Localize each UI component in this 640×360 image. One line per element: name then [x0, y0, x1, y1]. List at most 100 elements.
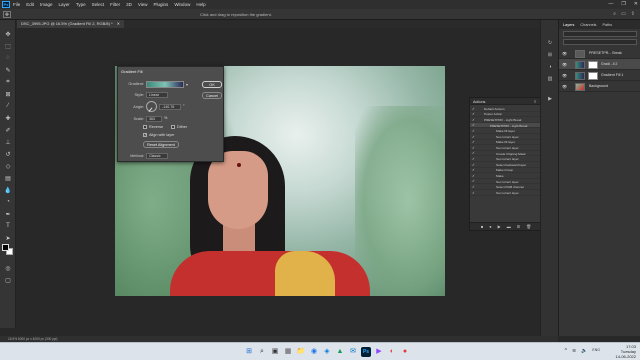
foreground-color-swatch[interactable]: [2, 244, 9, 251]
action-toggle-checkbox[interactable]: ✓: [472, 168, 475, 172]
visibility-eye-icon[interactable]: 👁: [562, 62, 567, 67]
menu-view[interactable]: View: [138, 2, 148, 7]
tab-layers[interactable]: Layers: [563, 23, 574, 27]
share-icon[interactable]: ⇪: [631, 11, 635, 17]
taskbar-app-icon[interactable]: Ps: [361, 347, 371, 357]
adjustments-panel-icon[interactable]: ◑: [545, 64, 555, 72]
document-tab[interactable]: DSC_3995.JPG @ 16.5% (Gradient Fill 2, R…: [17, 20, 125, 28]
action-toggle-checkbox[interactable]: ✓: [472, 107, 475, 111]
action-toggle-checkbox[interactable]: ✓: [472, 118, 475, 122]
tab-paths[interactable]: Paths: [602, 23, 612, 27]
move-tool-icon[interactable]: ✥: [3, 11, 11, 18]
quick-mask-icon[interactable]: ◎: [3, 264, 13, 272]
layer-row[interactable]: 👁 Background: [559, 81, 640, 92]
layer-thumbnail[interactable]: [575, 71, 585, 80]
visibility-eye-icon[interactable]: 👁: [562, 73, 567, 78]
libraries-panel-icon[interactable]: ▥: [545, 76, 555, 84]
action-toggle-checkbox[interactable]: ✓: [472, 191, 475, 195]
blur-tool-icon[interactable]: 💧: [3, 186, 13, 194]
record-icon[interactable]: ●: [489, 224, 491, 229]
action-toggle-checkbox[interactable]: ✓: [472, 174, 475, 178]
align-with-layer-checkbox[interactable]: ✓: [143, 133, 147, 137]
ok-button[interactable]: OK: [202, 81, 222, 88]
actions-panel-icon[interactable]: ▶: [545, 96, 555, 104]
taskbar-app-icon[interactable]: 📁: [296, 347, 306, 357]
visibility-eye-icon[interactable]: 👁: [562, 51, 567, 56]
chevron-up-icon[interactable]: ^: [565, 348, 567, 354]
action-toggle-checkbox[interactable]: ✓: [472, 112, 475, 116]
new-action-icon[interactable]: ⊞: [517, 224, 520, 229]
visibility-eye-icon[interactable]: 👁: [562, 84, 567, 89]
reset-alignment-button[interactable]: Reset Alignment: [143, 141, 179, 148]
marquee-tool-icon[interactable]: ⬚: [3, 42, 13, 50]
history-panel-icon[interactable]: ↻: [545, 40, 555, 48]
history-brush-icon[interactable]: ↺: [3, 150, 13, 158]
action-toggle-checkbox[interactable]: ✓: [472, 129, 475, 133]
taskbar-app-icon[interactable]: ●: [400, 347, 410, 357]
action-toggle-checkbox[interactable]: ✓: [472, 146, 475, 150]
delete-icon[interactable]: 🗑: [526, 224, 531, 229]
cancel-button[interactable]: Cancel: [202, 92, 222, 99]
menu-window[interactable]: Window: [174, 2, 190, 7]
move-tool-icon[interactable]: ✥: [3, 30, 13, 38]
document-tab-close-icon[interactable]: ✕: [117, 20, 120, 28]
action-toggle-checkbox[interactable]: ✓: [472, 140, 475, 144]
gradient-tool-icon[interactable]: ▤: [3, 174, 13, 182]
reverse-checkbox[interactable]: [143, 125, 147, 129]
angle-dial[interactable]: [146, 101, 157, 112]
play-icon[interactable]: ▶: [498, 224, 501, 229]
taskbar-app-icon[interactable]: ▲: [335, 347, 345, 357]
blend-mode-bar[interactable]: [563, 39, 637, 45]
clock[interactable]: 17:03 Tuesday 14-06-2022: [616, 344, 636, 359]
menu-select[interactable]: Select: [92, 2, 105, 7]
stop-icon[interactable]: ■: [481, 224, 483, 229]
menu-edit[interactable]: Edit: [26, 2, 34, 7]
angle-input[interactable]: -140.76: [159, 104, 181, 110]
action-toggle-checkbox[interactable]: ✓: [472, 157, 475, 161]
healing-brush-icon[interactable]: ✚: [3, 114, 13, 122]
lasso-tool-icon[interactable]: ◌: [3, 54, 13, 62]
canvas-area[interactable]: DSC_3995.JPG @ 16.5% (Gradient Fill 2, R…: [17, 20, 541, 336]
crop-tool-icon[interactable]: ⌗: [3, 78, 13, 86]
gradient-dropdown-icon[interactable]: ▾: [186, 82, 188, 87]
minimize-button[interactable]: —: [608, 1, 613, 7]
wifi-icon[interactable]: ≋: [572, 348, 576, 354]
action-toggle-checkbox[interactable]: ✓: [472, 185, 475, 189]
properties-panel-icon[interactable]: ⊞: [545, 52, 555, 60]
gradient-swatch[interactable]: [146, 81, 184, 88]
menu-type[interactable]: Type: [76, 2, 86, 7]
brush-tool-icon[interactable]: ✐: [3, 126, 13, 134]
layer-thumbnail[interactable]: [575, 82, 585, 91]
taskbar-app-icon[interactable]: ⊞: [244, 347, 254, 357]
dither-checkbox[interactable]: [171, 125, 175, 129]
menu-layer[interactable]: Layer: [59, 2, 70, 7]
style-select[interactable]: Linear: [146, 92, 168, 98]
action-row[interactable]: ✓ Set current layer: [470, 190, 542, 196]
taskbar-app-icon[interactable]: ▶: [374, 347, 384, 357]
action-toggle-checkbox[interactable]: ✓: [472, 163, 475, 167]
taskbar-app-icon[interactable]: ⌕: [257, 347, 267, 357]
tab-channels[interactable]: Channels: [580, 23, 596, 27]
workspace-icon[interactable]: ▭: [621, 11, 626, 17]
taskbar-app-icon[interactable]: ▦: [283, 347, 293, 357]
method-select[interactable]: Classic: [146, 153, 168, 159]
close-button[interactable]: ✕: [634, 1, 638, 7]
layer-row[interactable]: 👁 Gradient Fill 1: [559, 70, 640, 81]
taskbar-app-icon[interactable]: ◉: [309, 347, 319, 357]
search-icon[interactable]: ⌕: [613, 11, 616, 17]
new-set-icon[interactable]: ▬: [507, 224, 511, 229]
clone-stamp-icon[interactable]: ⊥: [3, 138, 13, 146]
volume-icon[interactable]: 🔈: [581, 348, 587, 354]
menu-file[interactable]: File: [13, 2, 20, 7]
taskbar-app-icon[interactable]: ◈: [322, 347, 332, 357]
folder-icon[interactable]: [575, 49, 585, 58]
action-toggle-checkbox[interactable]: ✓: [472, 179, 475, 183]
maximize-button[interactable]: ❐: [621, 1, 625, 7]
action-toggle-checkbox[interactable]: ✓: [472, 123, 475, 127]
action-toggle-checkbox[interactable]: ✓: [472, 151, 475, 155]
layer-thumbnail[interactable]: [575, 60, 585, 69]
path-select-icon[interactable]: ➤: [3, 234, 13, 242]
taskbar-app-icon[interactable]: ✉: [348, 347, 358, 357]
menu-filter[interactable]: Filter: [110, 2, 120, 7]
dodge-tool-icon[interactable]: ◔: [3, 198, 13, 206]
